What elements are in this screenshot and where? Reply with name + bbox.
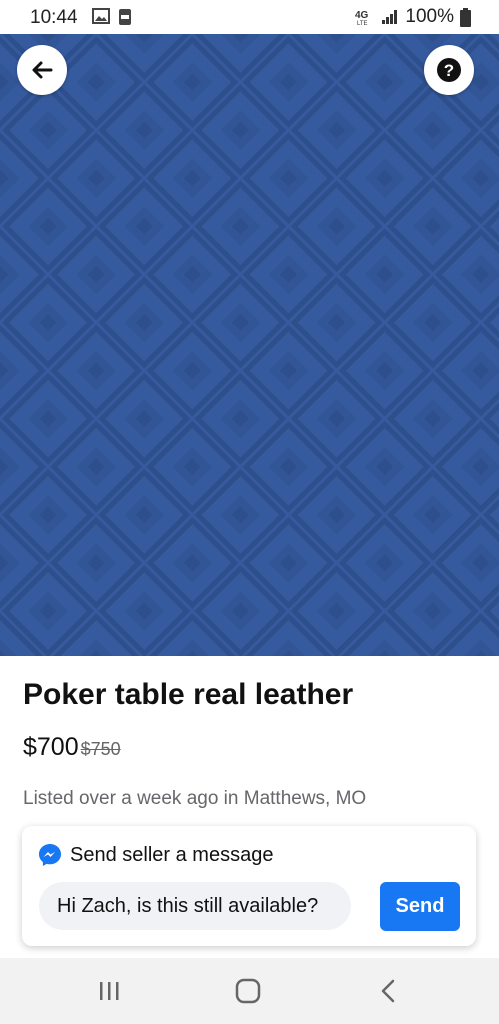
status-notification-icons <box>92 8 132 26</box>
status-system-icons: 4G LTE 100% <box>355 6 471 28</box>
recent-apps-icon <box>100 982 119 1000</box>
svg-text:LTE: LTE <box>357 21 368 26</box>
arrow-left-icon <box>32 61 53 79</box>
recent-apps-button[interactable] <box>94 976 124 1006</box>
message-input[interactable] <box>39 882 351 930</box>
battery-percent: 100% <box>405 6 454 27</box>
message-card-header: Send seller a message <box>38 843 273 867</box>
message-card-heading: Send seller a message <box>70 843 274 866</box>
home-icon <box>235 978 261 1004</box>
back-nav-icon <box>381 979 395 1003</box>
message-seller-card: Send seller a message Send <box>22 826 476 946</box>
battery-icon <box>460 7 471 27</box>
status-time: 10:44 <box>30 7 78 28</box>
back-nav-button[interactable] <box>373 976 403 1006</box>
question-mark-icon: ? <box>437 58 461 82</box>
listing-meta: Listed over a week ago in Matthews, MO <box>23 788 367 809</box>
listing-old-price: $750 <box>80 739 121 759</box>
notification-100-icon <box>119 9 131 25</box>
4g-lte-icon: 4GLTE <box>355 10 369 26</box>
svg-text:?: ? <box>444 61 454 80</box>
signal-bars-icon <box>382 10 398 24</box>
home-button[interactable] <box>233 976 263 1006</box>
svg-text:4G: 4G <box>355 10 369 21</box>
listing-title: Poker table real leather <box>23 678 354 711</box>
image-icon <box>92 8 110 24</box>
send-button[interactable]: Send <box>380 882 460 931</box>
system-nav-bar <box>0 958 499 1024</box>
messenger-icon <box>39 844 61 866</box>
back-button[interactable] <box>17 45 67 95</box>
status-bar: 10:44 4G LTE 100% <box>0 0 499 34</box>
help-button[interactable]: ? <box>424 45 474 95</box>
poker-felt-pattern <box>0 34 499 656</box>
price-row: $700 $750 <box>23 733 121 762</box>
listing-price: $700 <box>23 733 79 761</box>
listing-photo[interactable] <box>0 34 499 656</box>
